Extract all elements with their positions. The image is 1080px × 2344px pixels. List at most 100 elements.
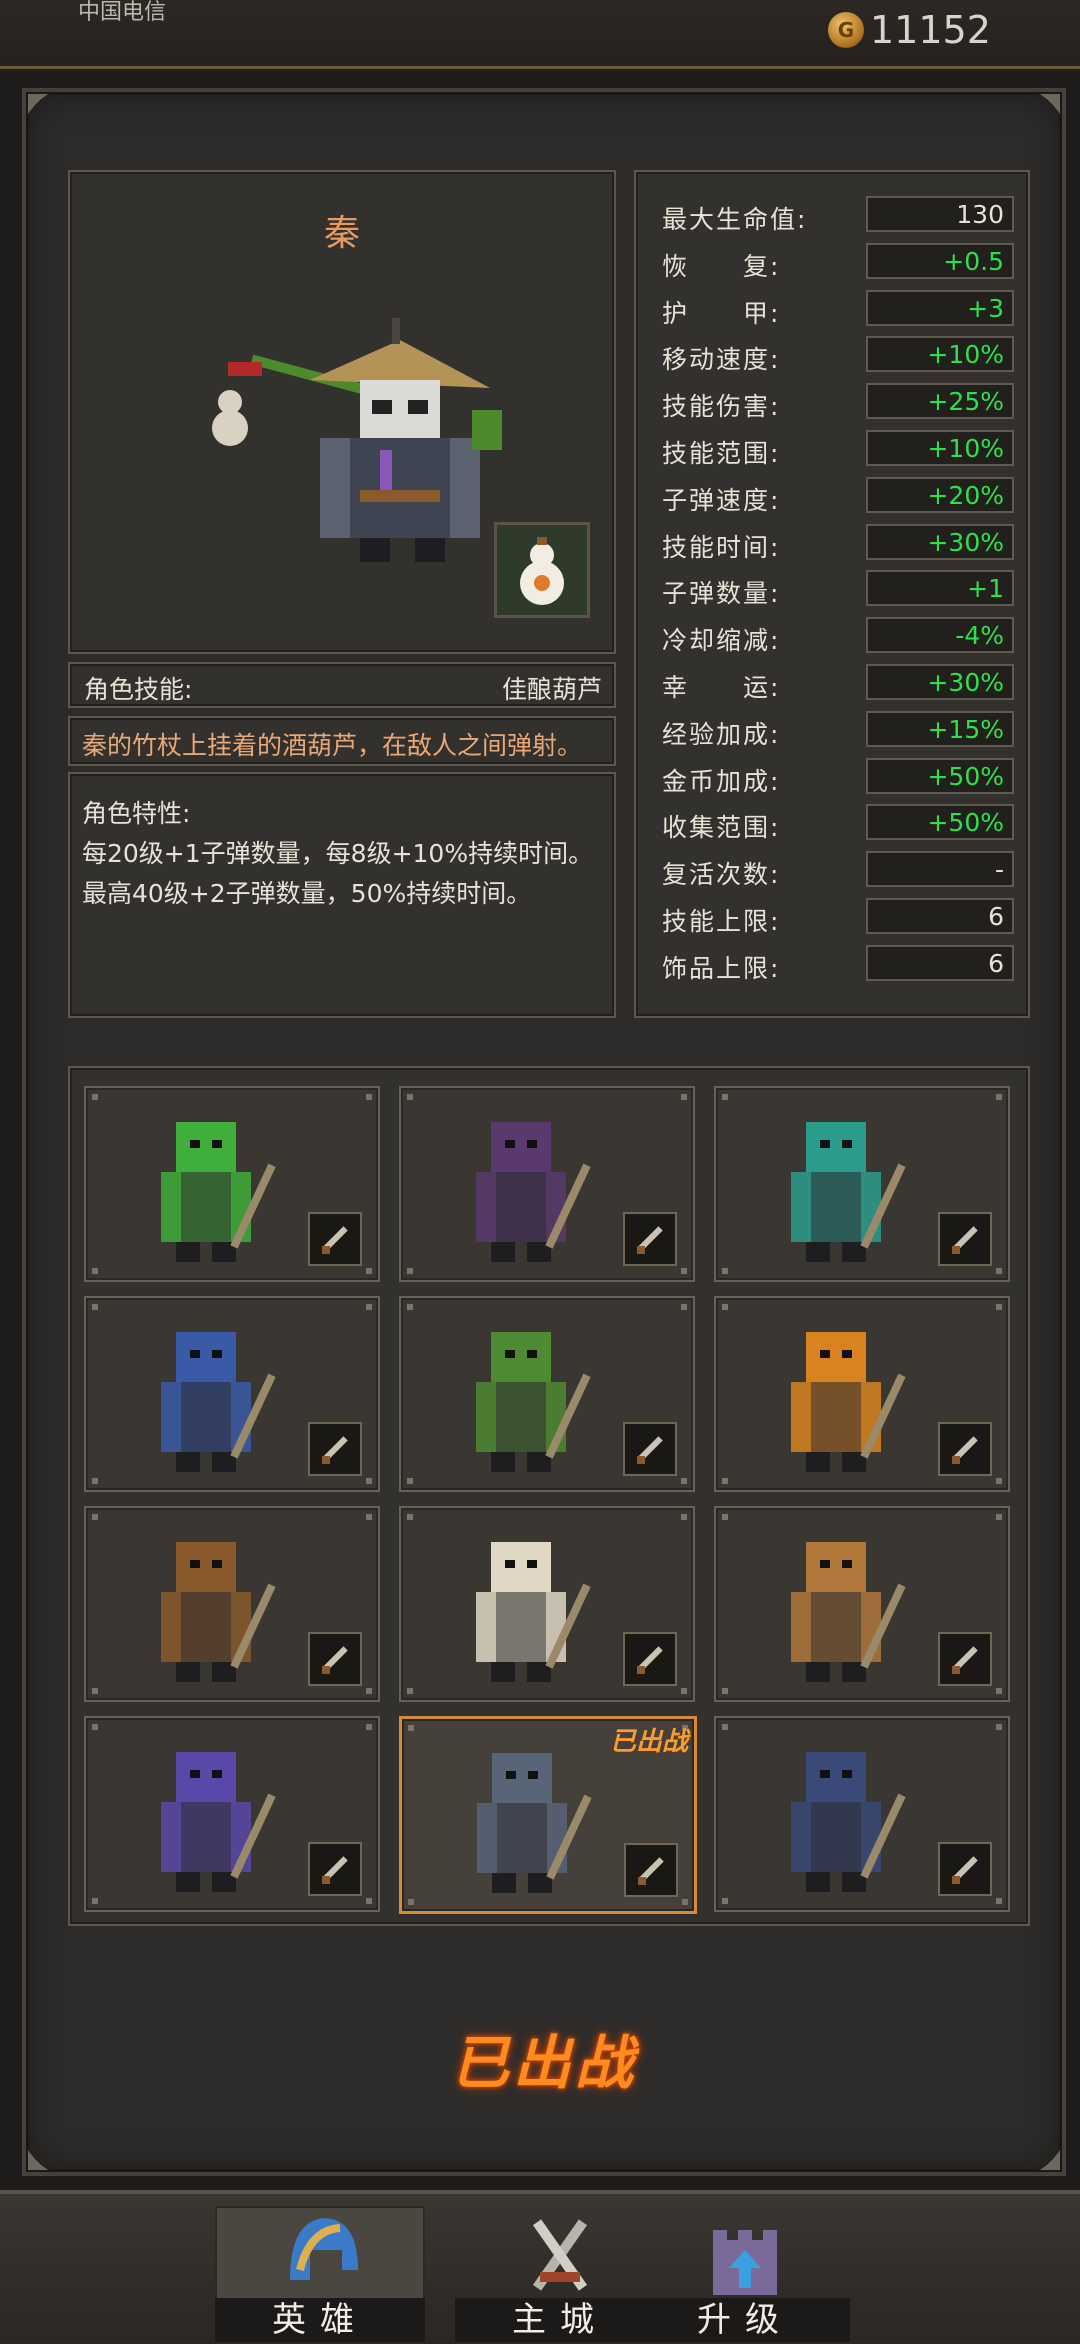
trait-panel: 角色特性: 每20级+1子弹数量，每8级+10%持续时间。 最高40级+2子弹数… bbox=[68, 772, 616, 1018]
stats-panel: 最大生命值: 130 恢 复: +0.5 护 甲: +3 移动速度: +10% 技能伤害… bbox=[634, 170, 1030, 1018]
nav-tab-1[interactable]: 主城 bbox=[455, 2206, 665, 2344]
hero-card-dwarf-warrior[interactable] bbox=[714, 1296, 1010, 1492]
stat-value: +25% bbox=[866, 383, 1014, 420]
hero-card-orc-blacksmith[interactable] bbox=[399, 1296, 695, 1492]
hero-card-blonde-paladin[interactable] bbox=[84, 1296, 380, 1492]
blonde-paladin-sprite bbox=[161, 1332, 276, 1472]
crossed-swords-icon bbox=[532, 2219, 588, 2291]
hero-card-night-elf-archer[interactable] bbox=[714, 1086, 1010, 1282]
goblin-warrior-sprite bbox=[161, 1122, 276, 1262]
weapon-slot bbox=[308, 1632, 362, 1686]
old-scholar-sprite bbox=[791, 1542, 906, 1682]
weapon-slot bbox=[623, 1212, 677, 1266]
bottom-nav: 英雄 主城 升级 bbox=[0, 2190, 1080, 2344]
nav-tab-2[interactable]: 升级 bbox=[640, 2206, 850, 2344]
stat-value: +10% bbox=[866, 336, 1014, 373]
stat-row: 恢 复: +0.5 bbox=[662, 242, 1022, 283]
skill-description: 秦的竹杖上挂着的酒葫芦，在敌人之间弹射。 bbox=[82, 731, 583, 760]
dark-knight-sprite bbox=[791, 1752, 906, 1892]
staff-icon bbox=[637, 1226, 663, 1254]
corner-ornament-icon bbox=[1036, 2146, 1062, 2172]
stat-row: 收集范围: +50% bbox=[662, 804, 1022, 844]
corner-ornament-icon bbox=[26, 92, 52, 118]
stat-value: 6 bbox=[866, 944, 1014, 981]
stat-value: +3 bbox=[866, 289, 1014, 326]
ice-shard-icon bbox=[637, 1646, 663, 1674]
stat-value: 6 bbox=[866, 898, 1014, 934]
hero-card-old-scholar[interactable] bbox=[714, 1506, 1010, 1702]
stat-row: 技能时间: +30% bbox=[662, 523, 1022, 564]
stat-value: +50% bbox=[866, 804, 1014, 841]
stat-label: 护 甲: bbox=[662, 298, 781, 328]
stat-label: 收集范围: bbox=[662, 813, 781, 843]
trait-title: 角色特性: bbox=[82, 799, 191, 828]
stat-row: 子弹数量: +1 bbox=[662, 570, 1022, 610]
panda-monk-portrait bbox=[212, 318, 502, 562]
hero-card-ice-priestess[interactable] bbox=[399, 1506, 695, 1702]
stat-row: 子弹速度: +20% bbox=[662, 476, 1022, 517]
stat-value: +1 bbox=[866, 570, 1014, 607]
spellbook-icon bbox=[952, 1646, 978, 1674]
skill-label: 角色技能: bbox=[84, 675, 193, 704]
stat-label: 技能时间: bbox=[662, 532, 781, 562]
stat-label: 经验加成: bbox=[662, 719, 781, 749]
nav-tab-label: 主城 bbox=[455, 2298, 665, 2342]
stat-value: +20% bbox=[866, 476, 1014, 513]
stat-row: 技能范围: +10% bbox=[662, 430, 1022, 470]
scimitar-icon bbox=[322, 1226, 348, 1254]
nav-tab-0[interactable]: 英雄 bbox=[215, 2206, 425, 2344]
glaive-icon bbox=[322, 1856, 348, 1884]
corner-ornament-icon bbox=[1036, 92, 1062, 118]
hero-portrait-panel: 秦 bbox=[68, 170, 616, 654]
hero-card-panda-monk[interactable]: 已出战 bbox=[399, 1716, 697, 1914]
night-elf-archer-sprite bbox=[791, 1122, 906, 1262]
stat-row: 技能上限: 6 bbox=[662, 898, 1022, 938]
stat-value: +30% bbox=[866, 523, 1014, 560]
orc-blacksmith-sprite bbox=[476, 1332, 591, 1472]
stat-row: 经验加成: +15% bbox=[662, 710, 1022, 751]
weapon-slot bbox=[938, 1212, 992, 1266]
weapon-slot bbox=[938, 1632, 992, 1686]
stat-row: 冷却缩减: -4% bbox=[662, 617, 1022, 657]
stat-value: +10% bbox=[866, 430, 1014, 466]
stat-row: 移动速度: +10% bbox=[662, 336, 1022, 376]
stat-label: 移动速度: bbox=[662, 345, 781, 375]
tauren-warrior-sprite bbox=[161, 1542, 276, 1682]
stat-value: +50% bbox=[866, 757, 1014, 794]
stat-row: 幸 运: +30% bbox=[662, 664, 1022, 704]
top-status-bar: 中国电信 G 11152 bbox=[0, 0, 1080, 69]
hero-card-tauren-warrior[interactable] bbox=[84, 1506, 380, 1702]
stat-label: 复活次数: bbox=[662, 860, 781, 890]
equipped-item-slot[interactable] bbox=[494, 522, 590, 618]
stat-label: 技能范围: bbox=[662, 439, 781, 468]
corner-ornament-icon bbox=[26, 2146, 52, 2172]
coin-glyph: G bbox=[837, 18, 855, 42]
rune-book-icon bbox=[952, 1856, 978, 1884]
hero-card-dark-knight[interactable] bbox=[714, 1716, 1010, 1912]
weapon-slot bbox=[623, 1632, 677, 1686]
hero-card-goblin-warrior[interactable] bbox=[84, 1086, 380, 1282]
skill-name: 佳酿葫芦 bbox=[501, 675, 602, 704]
stat-label: 子弹速度: bbox=[662, 485, 781, 515]
skill-description-row: 秦的竹杖上挂着的酒葫芦，在敌人之间弹射。 bbox=[68, 716, 616, 766]
deployed-badge: 已出战 bbox=[609, 1727, 688, 1757]
nav-tab-label: 英雄 bbox=[215, 2298, 425, 2342]
stat-label: 最大生命值: bbox=[662, 205, 808, 234]
stat-row: 金币加成: +50% bbox=[662, 757, 1022, 798]
weapon-slot bbox=[624, 1843, 678, 1897]
stat-label: 幸 运: bbox=[662, 673, 781, 702]
hero-card-hooded-mage[interactable] bbox=[399, 1086, 695, 1282]
demon-hunter-sprite bbox=[161, 1752, 276, 1892]
skill-row: 角色技能: 佳酿葫芦 bbox=[68, 662, 616, 708]
gourd-icon bbox=[638, 1857, 664, 1885]
stat-row: 饰品上限: 6 bbox=[662, 944, 1022, 985]
weapon-slot bbox=[938, 1842, 992, 1896]
hero-card-demon-hunter[interactable] bbox=[84, 1716, 380, 1912]
trait-line: 最高40级+2子弹数量，50%持续时间。 bbox=[82, 879, 532, 908]
sword-icon bbox=[322, 1436, 348, 1464]
panda-monk-sprite bbox=[477, 1753, 592, 1893]
crystal-icon bbox=[952, 1226, 978, 1254]
halberd-icon bbox=[322, 1646, 348, 1674]
deploy-status: 已出战 bbox=[450, 2029, 637, 2097]
castle-icon bbox=[713, 2230, 777, 2295]
